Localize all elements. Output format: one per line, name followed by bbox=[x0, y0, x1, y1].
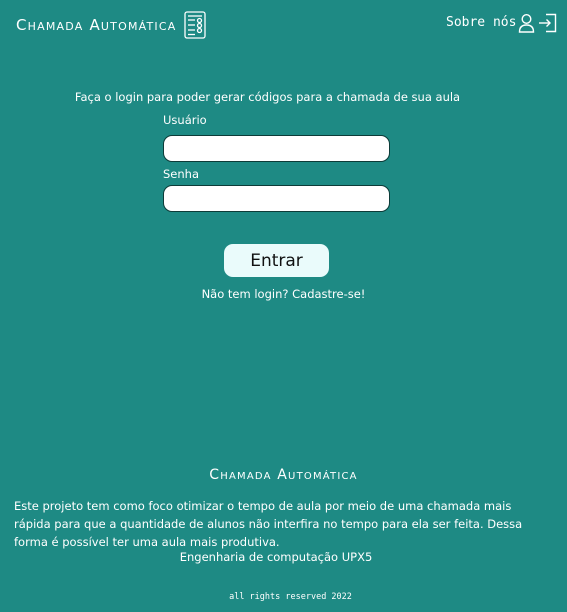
footer-title: Chamada Automática bbox=[209, 467, 358, 483]
checklist-document-icon bbox=[184, 11, 207, 39]
username-label: Usuário bbox=[163, 113, 207, 127]
footer-rights: all rights reserved 2022 bbox=[229, 592, 352, 602]
enter-button[interactable]: Entrar bbox=[224, 244, 329, 277]
password-input[interactable] bbox=[163, 185, 390, 212]
signup-link[interactable]: Não tem login? Cadastre-se! bbox=[0, 287, 567, 301]
footer-course: Engenharia de computação UPX5 bbox=[179, 550, 373, 564]
login-intro: Faça o login para poder gerar códigos pa… bbox=[74, 90, 461, 104]
password-label: Senha bbox=[163, 167, 199, 181]
brand-title[interactable]: Chamada Automática bbox=[16, 16, 176, 34]
brand[interactable]: Chamada Automática bbox=[16, 11, 207, 39]
login-door-icon[interactable] bbox=[538, 13, 557, 33]
top-navbar: Chamada Automática Sobre nós bbox=[0, 0, 567, 46]
user-icon[interactable] bbox=[518, 13, 535, 33]
footer-description: Este projeto tem como foco otimizar o te… bbox=[14, 499, 523, 549]
login-intro-text: Faça o login para poder gerar códigos pa… bbox=[0, 90, 535, 104]
nav-about-link[interactable]: Sobre nós bbox=[446, 15, 516, 30]
username-input[interactable] bbox=[163, 135, 390, 162]
